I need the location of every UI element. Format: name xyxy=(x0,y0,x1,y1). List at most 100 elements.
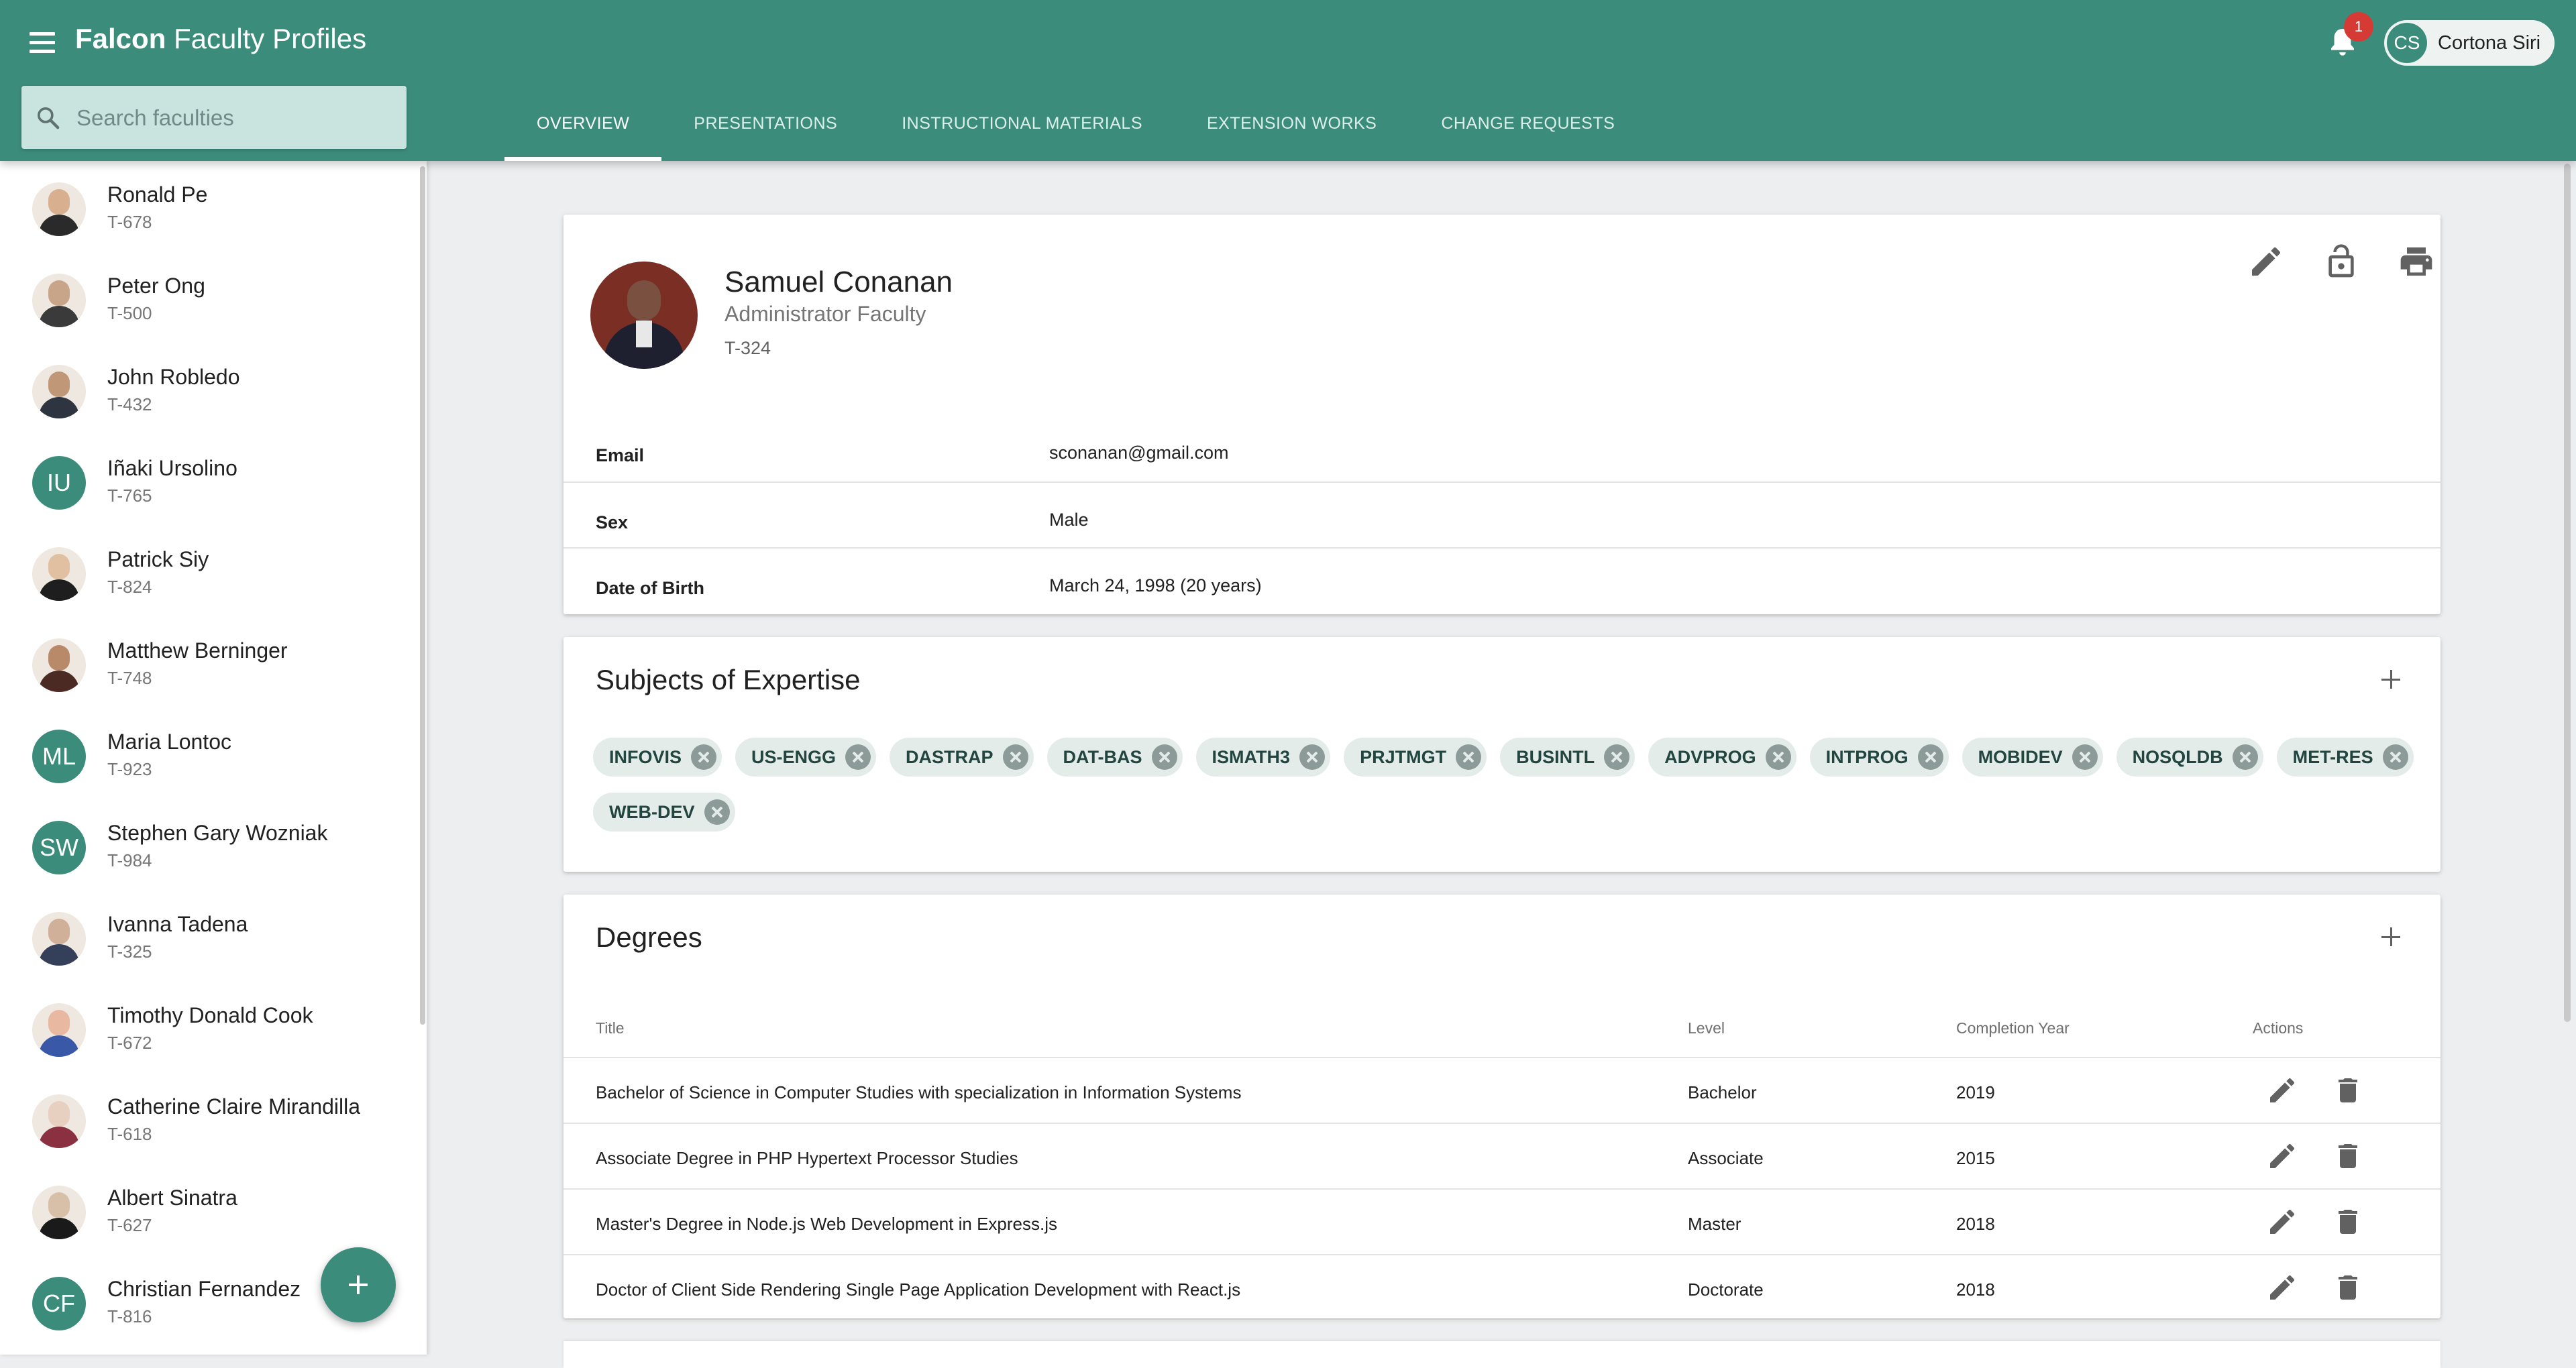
subject-chip[interactable]: DASTRAP xyxy=(890,738,1034,777)
faculty-list-item[interactable]: SW Stephen Gary Wozniak T-984 xyxy=(0,802,416,893)
subject-chip[interactable]: PRJTMGT xyxy=(1344,738,1487,777)
trash-icon[interactable] xyxy=(2332,1271,2364,1304)
app-bar: Falcon Faculty Profiles OVERVIEWPRESENTA… xyxy=(0,0,2576,161)
faculty-list-item[interactable]: Catherine Claire Mirandilla T-618 xyxy=(0,1076,416,1167)
subject-chip[interactable]: INFOVIS xyxy=(593,738,722,777)
printer-icon[interactable] xyxy=(2398,243,2435,280)
sidebar-scrollbar[interactable] xyxy=(420,166,425,1025)
subject-chip-label: INTPROG xyxy=(1825,746,1909,767)
close-circle-icon[interactable] xyxy=(1299,744,1326,770)
faculty-list-item[interactable]: Ronald Pe T-678 xyxy=(0,164,416,255)
close-circle-icon[interactable] xyxy=(1002,744,1028,770)
subject-chip[interactable]: INTPROG xyxy=(1809,738,1949,777)
close-circle-icon[interactable] xyxy=(1456,744,1482,770)
subject-chip[interactable]: WEB-DEV xyxy=(593,793,735,832)
pencil-icon[interactable] xyxy=(2266,1140,2298,1172)
pencil-icon[interactable] xyxy=(2266,1206,2298,1238)
close-circle-icon[interactable] xyxy=(1151,744,1177,770)
faculty-code: T-500 xyxy=(107,303,152,323)
profile-card: Samuel Conanan Administrator Faculty T-3… xyxy=(564,215,2440,614)
close-circle-icon[interactable] xyxy=(691,744,717,770)
subject-chip[interactable]: ADVPROG xyxy=(1648,738,1796,777)
degree-year: 2018 xyxy=(1956,1214,1995,1234)
faculty-list-item[interactable]: Peter Ong T-500 xyxy=(0,255,416,346)
sex-row: Sex Male xyxy=(564,481,2440,549)
subject-chip-label: INFOVIS xyxy=(609,746,682,767)
subject-chip-list: INFOVIS US-ENGG DASTRAP DAT-BAS ISMATH3 PRJTM… xyxy=(593,738,2418,832)
faculty-list-item[interactable]: Patrick Siy T-824 xyxy=(0,528,416,620)
tab-instructional-materials[interactable]: INSTRUCTIONAL MATERIALS xyxy=(869,105,1175,161)
trash-icon[interactable] xyxy=(2332,1140,2364,1172)
faculty-name: Timothy Donald Cook xyxy=(107,1003,313,1027)
main-scrollbar[interactable] xyxy=(2564,164,2571,1022)
faculty-list-item[interactable]: ML Maria Lontoc T-923 xyxy=(0,711,416,802)
col-level: Level xyxy=(1688,1019,1725,1037)
subject-chip[interactable]: NOSQLDB xyxy=(2116,738,2263,777)
expertise-title: Subjects of Expertise xyxy=(596,664,861,695)
faculty-code: T-678 xyxy=(107,212,152,232)
faculty-code: T-618 xyxy=(107,1124,152,1144)
trash-icon[interactable] xyxy=(2332,1206,2364,1238)
app-title: Falcon Faculty Profiles xyxy=(75,23,366,55)
avatar: IU xyxy=(32,456,86,510)
degree-year: 2019 xyxy=(1956,1082,1995,1102)
pencil-icon[interactable] xyxy=(2266,1271,2298,1304)
faculty-code: T-765 xyxy=(107,486,152,506)
subject-chip[interactable]: MOBIDEV xyxy=(1962,738,2103,777)
faculty-list-item[interactable]: John Robledo T-432 xyxy=(0,346,416,437)
avatar xyxy=(32,1186,86,1239)
close-circle-icon[interactable] xyxy=(704,799,730,825)
faculty-name: Iñaki Ursolino xyxy=(107,456,237,480)
close-circle-icon[interactable] xyxy=(1765,744,1791,770)
faculty-code: T-923 xyxy=(107,759,152,779)
avatar: SW xyxy=(32,821,86,874)
search-icon xyxy=(37,107,60,129)
tab-overview[interactable]: OVERVIEW xyxy=(504,105,662,161)
faculty-list-item[interactable]: Matthew Berninger T-748 xyxy=(0,620,416,711)
faculty-list-item[interactable]: Albert Sinatra T-627 xyxy=(0,1167,416,1258)
add-faculty-button[interactable] xyxy=(321,1247,396,1322)
degree-title: Bachelor of Science in Computer Studies … xyxy=(596,1082,1242,1102)
search-input[interactable] xyxy=(75,99,393,137)
faculty-list-item[interactable]: Ivanna Tadena T-325 xyxy=(0,893,416,984)
subject-chip[interactable]: US-ENGG xyxy=(735,738,877,777)
close-circle-icon[interactable] xyxy=(1917,744,1943,770)
tab-presentations[interactable]: PRESENTATIONS xyxy=(661,105,869,161)
search-box[interactable] xyxy=(21,86,407,149)
col-actions: Actions xyxy=(2253,1019,2304,1037)
avatar xyxy=(32,547,86,601)
user-name: Cortona Siri xyxy=(2438,32,2541,54)
close-circle-icon[interactable] xyxy=(845,744,871,770)
subject-chip[interactable]: ISMATH3 xyxy=(1195,738,1331,777)
lock-open-icon[interactable] xyxy=(2322,243,2360,280)
subject-chip-label: WEB-DEV xyxy=(609,801,695,822)
degrees-table-header: Title Level Completion Year Actions xyxy=(564,995,2440,1058)
avatar xyxy=(32,365,86,418)
close-circle-icon[interactable] xyxy=(2232,744,2258,770)
faculty-name: Albert Sinatra xyxy=(107,1186,237,1210)
close-circle-icon[interactable] xyxy=(2382,744,2408,770)
subject-chip-label: BUSINTL xyxy=(1516,746,1595,767)
dob-value: March 24, 1998 (20 years) xyxy=(1049,575,1262,595)
menu-icon[interactable] xyxy=(27,27,59,59)
pencil-icon[interactable] xyxy=(2266,1074,2298,1106)
close-circle-icon[interactable] xyxy=(1604,744,1630,770)
add-subject-button[interactable] xyxy=(2375,664,2407,696)
user-chip[interactable]: CS Cortona Siri xyxy=(2384,20,2555,66)
faculty-list-item[interactable]: Timothy Donald Cook T-672 xyxy=(0,984,416,1076)
faculty-name: Peter Ong xyxy=(107,274,205,298)
close-circle-icon[interactable] xyxy=(2072,744,2098,770)
tab-extension-works[interactable]: EXTENSION WORKS xyxy=(1175,105,1409,161)
subject-chip[interactable]: DAT-BAS xyxy=(1046,738,1183,777)
trash-icon[interactable] xyxy=(2332,1074,2364,1106)
subject-chip[interactable]: BUSINTL xyxy=(1500,738,1635,777)
pencil-icon[interactable] xyxy=(2247,243,2285,280)
faculty-list-item[interactable]: IU Iñaki Ursolino T-765 xyxy=(0,437,416,528)
tab-change-requests[interactable]: CHANGE REQUESTS xyxy=(1409,105,1647,161)
subject-chip-label: MOBIDEV xyxy=(1978,746,2063,767)
faculty-code: T-672 xyxy=(107,1033,152,1053)
add-degree-button[interactable] xyxy=(2375,921,2407,954)
user-avatar: CS xyxy=(2387,23,2427,63)
faculty-name: Stephen Gary Wozniak xyxy=(107,821,328,845)
subject-chip[interactable]: MET-RES xyxy=(2276,738,2414,777)
